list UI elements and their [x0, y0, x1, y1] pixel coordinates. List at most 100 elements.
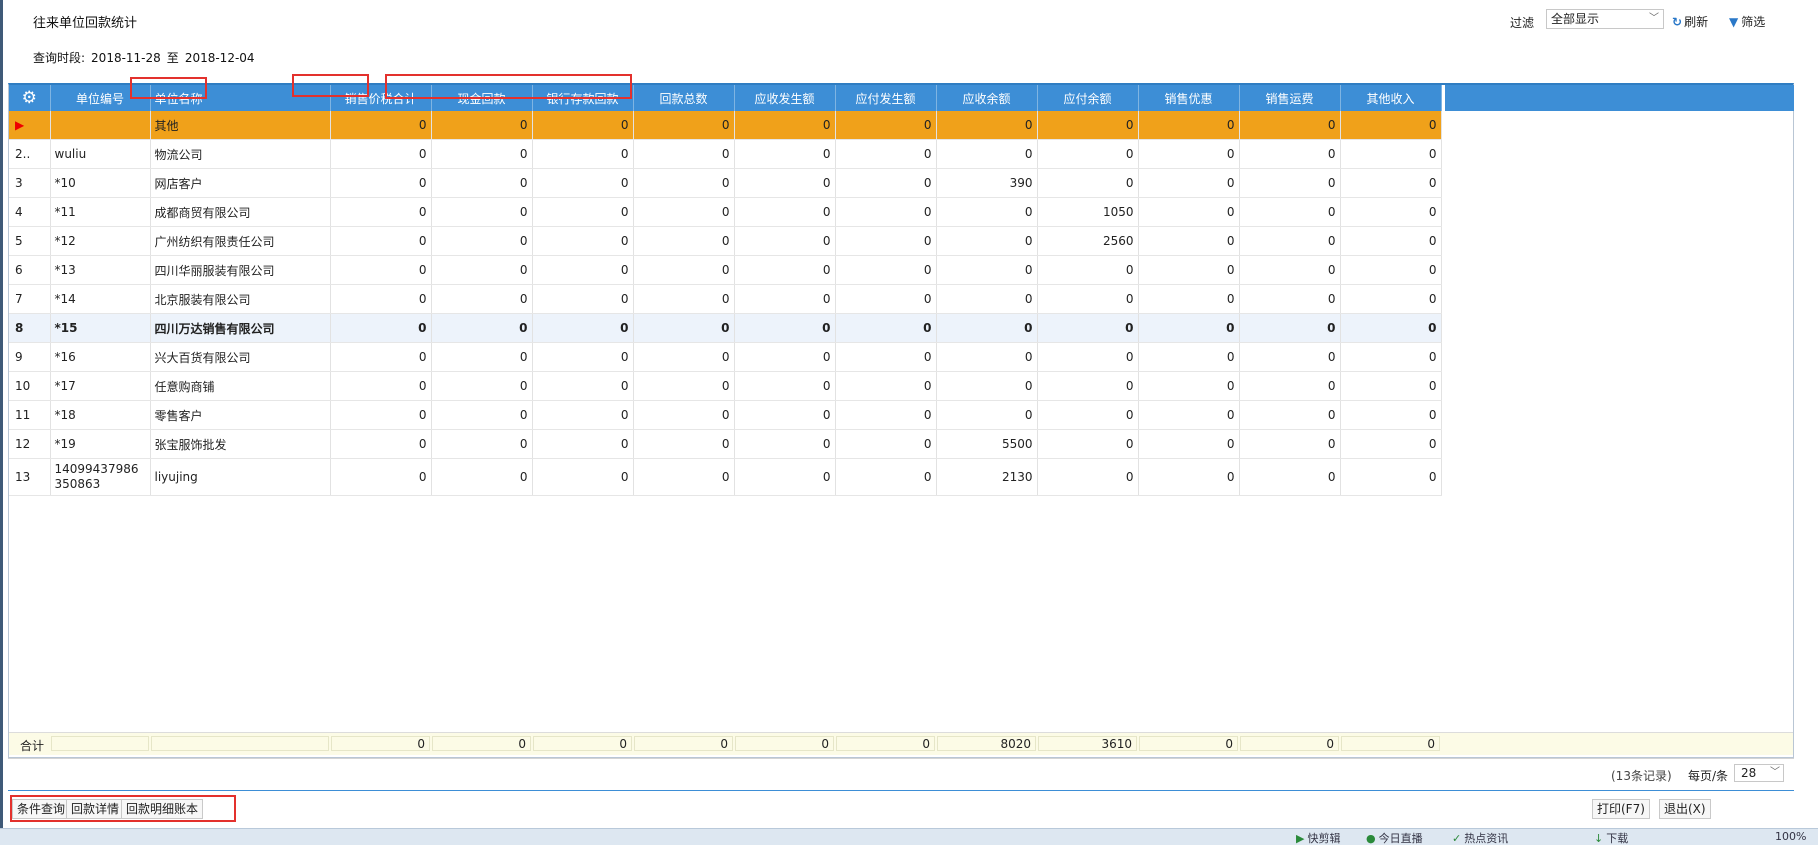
unit-name-cell: 四川万达销售有限公司: [150, 313, 331, 343]
unit-name-cell: 兴大百货有限公司: [150, 342, 331, 372]
unit-name-cell: 物流公司: [150, 139, 331, 169]
unit-code-cell: 14099437986350863: [50, 458, 151, 496]
total-cell: 0: [1341, 736, 1440, 751]
unit-name-cell: 任意购商铺: [150, 371, 331, 401]
value-cell: 0: [936, 400, 1038, 430]
app-window: 往来单位回款统计 查询时段: 2018-11-28 至 2018-12-04 过滤 全…: [0, 0, 1818, 845]
column-header[interactable]: 其他收入: [1340, 85, 1442, 111]
table-row[interactable]: 12 *19 张宝服饰批发 0 0 0 0 0 0 5500 0 0 0 0: [9, 429, 1442, 459]
total-cell: 0: [1240, 736, 1339, 751]
gear-icon[interactable]: ⚙: [22, 88, 37, 108]
column-header[interactable]: 应收发生额: [734, 85, 836, 111]
condition-query-button[interactable]: 条件查询: [12, 799, 71, 819]
value-cell: 0: [1239, 226, 1341, 256]
payment-ledger-button[interactable]: 回款明细账本: [121, 799, 204, 819]
table-row[interactable]: 13 14099437986350863 liyujing 0 0 0 0 0 0 2130 0 0 0…: [9, 458, 1442, 496]
data-grid: ⚙ 单位编号 单位名称 销售价税合计 现金回款 银行存款回款 回款总数 应收发生…: [8, 83, 1794, 758]
column-header[interactable]: 单位名称: [150, 85, 331, 111]
table-row[interactable]: 3 *10 网店客户 0 0 0 0 0 0 390 0 0 0 0: [9, 168, 1442, 198]
unit-name-cell: 其他: [150, 111, 331, 140]
table-row[interactable]: ▶ 其他 0 0 0 0 0 0 0 0 0 0 0: [9, 111, 1442, 140]
funnel-icon: ▼: [1729, 15, 1739, 29]
period-sep: 至: [166, 51, 179, 65]
column-header[interactable]: 销售价税合计: [330, 85, 432, 111]
total-cell: 0: [836, 736, 935, 751]
value-cell: 0: [1340, 168, 1442, 198]
column-header[interactable]: 应付发生额: [835, 85, 937, 111]
column-header[interactable]: 回款总数: [633, 85, 735, 111]
status-item[interactable]: ● 今日直播: [1366, 830, 1423, 845]
value-cell: 0: [936, 255, 1038, 285]
table-row[interactable]: 8 *15 四川万达销售有限公司 0 0 0 0 0 0 0 0 0 0 0: [9, 313, 1442, 343]
table-row[interactable]: 6 *13 四川华丽服装有限公司 0 0 0 0 0 0 0 0 0 0 0: [9, 255, 1442, 285]
table-row[interactable]: 11 *18 零售客户 0 0 0 0 0 0 0 0 0 0 0: [9, 400, 1442, 430]
value-cell: 1050: [1037, 197, 1139, 227]
row-number: 6: [9, 255, 51, 285]
payment-detail-button[interactable]: 回款详情: [66, 799, 125, 819]
value-cell: 0: [633, 313, 735, 343]
table-row[interactable]: 2.. wuliu 物流公司 0 0 0 0 0 0 0 0 0 0 0: [9, 139, 1442, 169]
column-settings[interactable]: ⚙: [9, 85, 51, 111]
value-cell: 0: [1138, 139, 1240, 169]
refresh-label: 刷新: [1684, 15, 1709, 29]
value-cell: 0: [431, 371, 533, 401]
value-cell: 0: [1138, 255, 1240, 285]
table-row[interactable]: 4 *11 成都商贸有限公司 0 0 0 0 0 0 0 1050 0 0 0: [9, 197, 1442, 227]
page-size-select[interactable]: 28 ﹀: [1734, 764, 1784, 782]
print-button[interactable]: 打印(F7): [1592, 799, 1650, 819]
row-number: 10: [9, 371, 51, 401]
value-cell: 0: [1138, 400, 1240, 430]
total-cell: 0: [533, 736, 632, 751]
value-cell: 0: [431, 111, 533, 140]
value-cell: 0: [1037, 168, 1139, 198]
column-header[interactable]: 销售优惠: [1138, 85, 1240, 111]
zoom-level[interactable]: 100%: [1775, 830, 1806, 843]
column-header[interactable]: 现金回款: [431, 85, 533, 111]
value-cell: 0: [330, 111, 432, 140]
value-cell: 0: [835, 400, 937, 430]
column-header[interactable]: 销售运费: [1239, 85, 1341, 111]
value-cell: 0: [1239, 313, 1341, 343]
table-row[interactable]: 10 *17 任意购商铺 0 0 0 0 0 0 0 0 0 0 0: [9, 371, 1442, 401]
value-cell: 0: [431, 139, 533, 169]
value-cell: 0: [1037, 313, 1139, 343]
screen-button[interactable]: ▼ 筛选: [1729, 13, 1765, 30]
value-cell: 0: [1037, 111, 1139, 140]
totals-row: 合计 0 0 0 0 0 0 8020 3610 0 0 0: [9, 732, 1793, 755]
status-item[interactable]: ▶ 快剪辑: [1296, 830, 1340, 845]
value-cell: 0: [1239, 371, 1341, 401]
value-cell: 0: [330, 139, 432, 169]
unit-code-cell: [50, 111, 151, 140]
table-row[interactable]: 5 *12 广州纺织有限责任公司 0 0 0 0 0 0 0 2560 0 0 0: [9, 226, 1442, 256]
column-header[interactable]: 应收余额: [936, 85, 1038, 111]
filter-select[interactable]: 全部显示 ﹀: [1546, 9, 1664, 29]
page-size-value: 28: [1741, 766, 1757, 780]
value-cell: 0: [1037, 371, 1139, 401]
value-cell: 390: [936, 168, 1038, 198]
column-header[interactable]: 单位编号: [50, 85, 151, 111]
unit-code-cell: *16: [50, 342, 151, 372]
total-cell: 3610: [1038, 736, 1137, 751]
table-row[interactable]: 7 *14 北京服装有限公司 0 0 0 0 0 0 0 0 0 0 0: [9, 284, 1442, 314]
value-cell: 0: [633, 197, 735, 227]
table-row[interactable]: 9 *16 兴大百货有限公司 0 0 0 0 0 0 0 0 0 0 0: [9, 342, 1442, 372]
value-cell: 0: [633, 429, 735, 459]
value-cell: 0: [532, 429, 634, 459]
filter-value: 全部显示: [1551, 12, 1600, 26]
column-header[interactable]: 应付余额: [1037, 85, 1139, 111]
status-bar: ▶ 快剪辑 ● 今日直播 ✓ 热点资讯 ↓ 下载 100%: [0, 828, 1818, 845]
pager: (13条记录) 每页/条 28 ﹀: [8, 758, 1794, 789]
refresh-button[interactable]: ↻ 刷新: [1672, 13, 1708, 30]
value-cell: 0: [431, 255, 533, 285]
exit-button[interactable]: 退出(X): [1659, 799, 1711, 819]
status-item[interactable]: ↓ 下载: [1594, 830, 1628, 845]
row-number: ▶: [9, 111, 51, 140]
status-item[interactable]: ✓ 热点资讯: [1452, 830, 1508, 845]
value-cell: 0: [532, 342, 634, 372]
value-cell: 0: [936, 284, 1038, 314]
column-header[interactable]: 银行存款回款: [532, 85, 634, 111]
value-cell: 0: [1340, 226, 1442, 256]
value-cell: 0: [835, 111, 937, 140]
total-cell: 0: [331, 736, 430, 751]
value-cell: 0: [431, 458, 533, 496]
